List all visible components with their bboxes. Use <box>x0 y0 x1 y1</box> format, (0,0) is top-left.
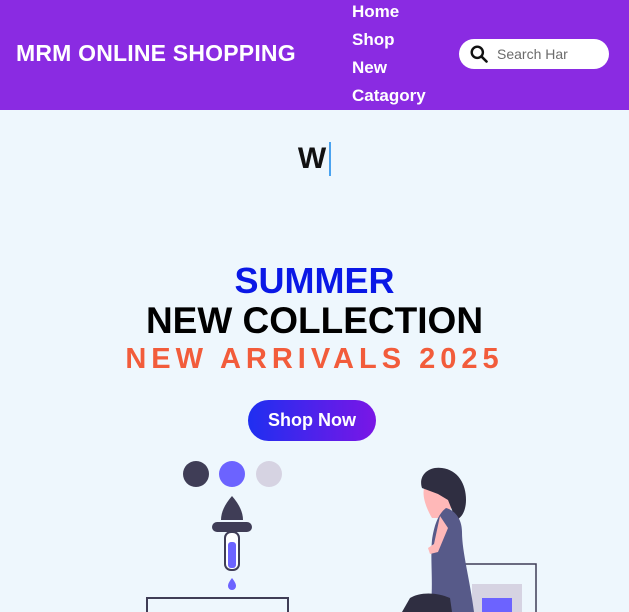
typewriter-area: W <box>0 142 629 176</box>
dropper-icon <box>212 496 252 590</box>
woman-figure <box>402 467 474 612</box>
hero-heading-collection: NEW COLLECTION <box>145 300 484 341</box>
nav-item-catagory[interactable]: Catagory <box>352 84 426 112</box>
hero-heading-summer: SUMMER <box>234 260 395 301</box>
swatch-purple <box>219 461 245 487</box>
search-box[interactable] <box>459 39 609 69</box>
search-input[interactable] <box>497 44 601 64</box>
top-header: MRM ONLINE SHOPPING Home Shop New Catago… <box>0 0 629 110</box>
nav-item-home[interactable]: Home <box>352 0 426 28</box>
swatch-light <box>256 461 282 487</box>
hero-illustration <box>146 461 537 612</box>
hero-subheading-arrivals: NEW ARRIVALS 2025 <box>125 343 504 375</box>
typewriter-text: W <box>298 142 332 176</box>
box-outline <box>146 597 289 612</box>
nav-item-new[interactable]: New <box>352 56 426 84</box>
main-nav: Home Shop New Catagory <box>352 0 426 112</box>
brand-title: MRM ONLINE SHOPPING <box>16 40 296 66</box>
search-icon[interactable] <box>470 45 488 63</box>
nav-item-shop[interactable]: Shop <box>352 28 426 56</box>
shop-now-button[interactable]: Shop Now <box>248 400 376 441</box>
swatch-dark <box>183 461 209 487</box>
